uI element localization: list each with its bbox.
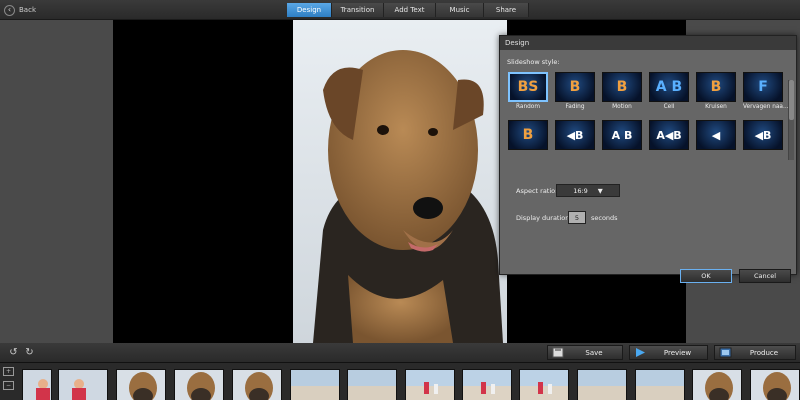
style-item[interactable]: ◀B: [555, 120, 595, 150]
filmstrip-thumbnail[interactable]: [577, 369, 627, 400]
cell-style-icon: A B: [649, 72, 689, 102]
style-label: Vervagen naa...: [743, 104, 789, 110]
tab-transition[interactable]: Transition: [332, 3, 384, 17]
controls-bar: ↺ ↻ Save Preview Produce: [0, 343, 800, 362]
aspect-ratio-value: 16:9: [573, 186, 588, 195]
save-button[interactable]: Save: [547, 345, 623, 360]
filmstrip-thumbnail[interactable]: [519, 369, 569, 400]
remove-photo-icon[interactable]: −: [3, 381, 14, 390]
style-item[interactable]: ◀: [696, 120, 736, 150]
design-dialog: Design Slideshow style: BS Random B Fadi…: [499, 35, 797, 283]
top-bar: ‹ Back Design Transition Add Text Music …: [0, 0, 800, 20]
style-item[interactable]: ◀B: [743, 120, 783, 150]
style-item[interactable]: B: [508, 120, 548, 150]
tab-design[interactable]: Design: [287, 3, 332, 17]
filmstrip-thumbnail[interactable]: [58, 369, 108, 400]
filmstrip-thumbnail[interactable]: [174, 369, 224, 400]
style-item[interactable]: A B: [602, 120, 642, 150]
save-label: Save: [585, 348, 603, 357]
produce-label: Produce: [749, 348, 779, 357]
dialog-title: Design: [500, 36, 796, 50]
back-button[interactable]: ‹ Back: [4, 3, 36, 17]
preview-button[interactable]: Preview: [629, 345, 708, 360]
filmstrip-thumbnail[interactable]: [750, 369, 800, 400]
aspect-ratio-select[interactable]: 16:9 ▼: [556, 184, 620, 197]
film-icon: [717, 346, 733, 359]
dog-photo: [293, 20, 507, 343]
tab-share[interactable]: Share: [484, 3, 529, 17]
style-item[interactable]: A◀B: [649, 120, 689, 150]
style-label: Motion: [612, 104, 632, 110]
filmstrip: + −: [0, 362, 800, 400]
filmstrip-thumbnail[interactable]: [692, 369, 742, 400]
motion-style-icon: B: [602, 72, 642, 102]
filmstrip-thumbnail[interactable]: [232, 369, 282, 400]
style-label: Cell: [663, 104, 675, 110]
display-duration-label: Display duration:: [516, 214, 572, 222]
kruisen-style-icon: B: [696, 72, 736, 102]
produce-button[interactable]: Produce: [714, 345, 796, 360]
workspace: Design Slideshow style: BS Random B Fadi…: [0, 20, 800, 343]
rotate-left-icon[interactable]: ↺: [8, 347, 19, 358]
preview-label: Preview: [663, 348, 692, 357]
style-label: Kruisen: [705, 104, 727, 110]
rotate-right-icon[interactable]: ↻: [24, 347, 35, 358]
back-arrow-icon: ‹: [4, 4, 15, 16]
tab-add-text[interactable]: Add Text: [384, 3, 436, 17]
vervagen-style-icon: F: [743, 72, 783, 102]
back-label: Back: [19, 6, 36, 14]
style-motion[interactable]: B Motion: [602, 72, 642, 110]
style-icon: ◀: [696, 120, 736, 150]
style-icon: ◀B: [743, 120, 783, 150]
filmstrip-thumbnail[interactable]: [347, 369, 397, 400]
style-icon: B: [508, 120, 548, 150]
add-photo-icon[interactable]: +: [3, 367, 14, 376]
tab-bar: Design Transition Add Text Music Share: [287, 3, 529, 17]
ok-button[interactable]: OK: [680, 269, 732, 283]
style-cell[interactable]: A B Cell: [649, 72, 689, 110]
style-icon: ◀B: [555, 120, 595, 150]
style-label: Fading: [565, 104, 585, 110]
aspect-ratio-label: Aspect ratio:: [516, 187, 558, 195]
display-duration-unit: seconds: [591, 214, 618, 222]
filmstrip-thumbnail[interactable]: [405, 369, 455, 400]
filmstrip-thumbnail[interactable]: [462, 369, 512, 400]
dialog-body: Slideshow style: BS Random B Fading B Mo…: [500, 50, 796, 283]
style-random[interactable]: BS Random: [508, 72, 548, 110]
save-icon: [550, 346, 566, 359]
filmstrip-thumbnail[interactable]: [635, 369, 685, 400]
style-scrollbar[interactable]: [788, 80, 794, 160]
filmstrip-thumbnail[interactable]: [116, 369, 166, 400]
filmstrip-tools: + −: [3, 367, 17, 395]
filmstrip-thumbnail[interactable]: [290, 369, 340, 400]
style-fading[interactable]: B Fading: [555, 72, 595, 110]
style-label: Random: [516, 104, 540, 110]
fading-style-icon: B: [555, 72, 595, 102]
cancel-button[interactable]: Cancel: [739, 269, 791, 283]
play-icon: [632, 346, 648, 359]
style-vervagen[interactable]: F Vervagen naa...: [743, 72, 789, 110]
style-icon: A B: [602, 120, 642, 150]
tab-music[interactable]: Music: [436, 3, 484, 17]
display-duration-input[interactable]: 5: [568, 211, 586, 224]
scrollbar-thumb[interactable]: [789, 80, 794, 120]
style-kruisen[interactable]: B Kruisen: [696, 72, 736, 110]
filmstrip-thumbnail[interactable]: [22, 369, 52, 400]
style-icon: A◀B: [649, 120, 689, 150]
random-style-icon: BS: [508, 72, 548, 102]
slideshow-style-label: Slideshow style:: [507, 58, 560, 66]
dropdown-arrow-icon: ▼: [597, 186, 603, 195]
